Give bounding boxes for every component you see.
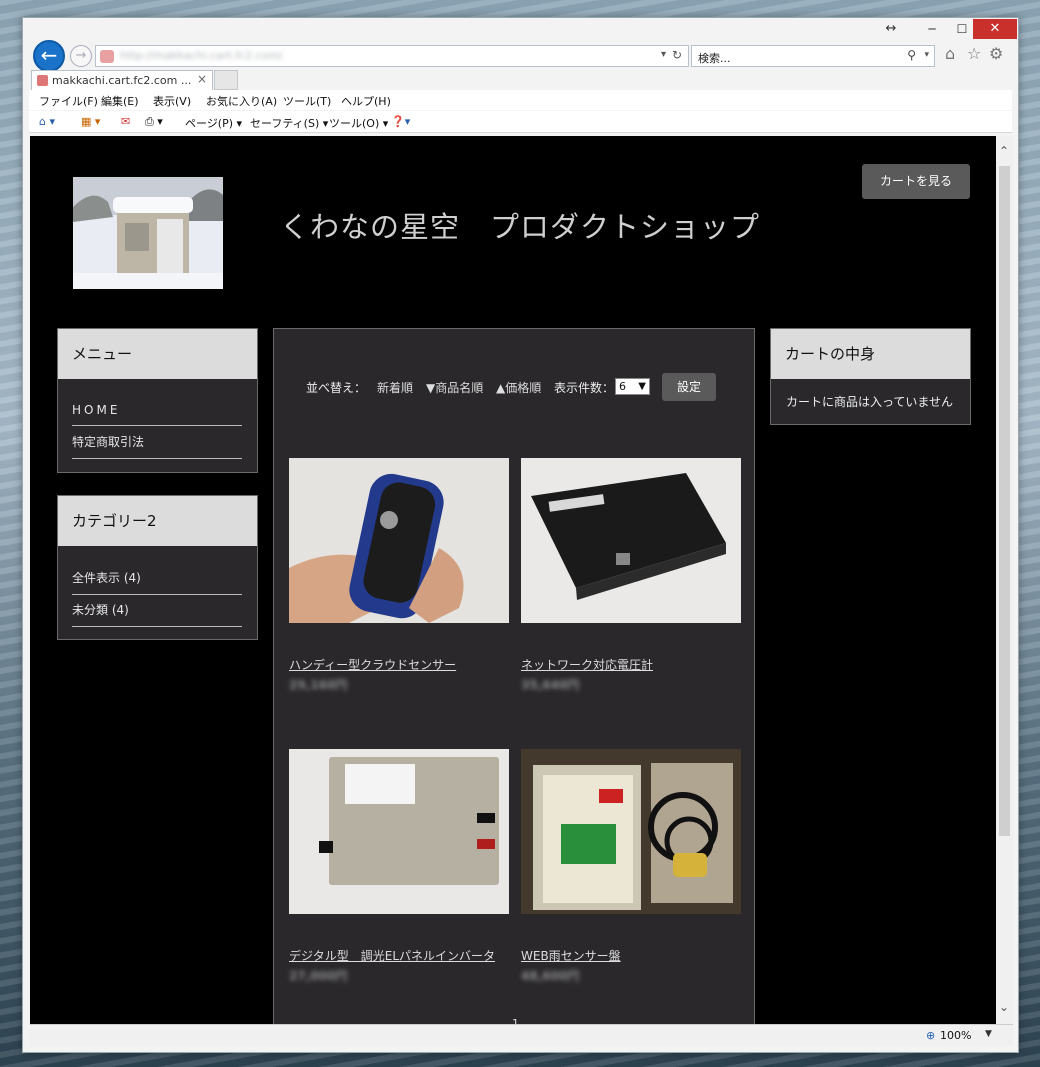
shop-title: くわなの星空 プロダクトショップ: [280, 210, 761, 244]
title-bar: ↔ ─ ☐ ✕: [23, 18, 1018, 42]
minimize-button[interactable]: ─: [919, 19, 945, 39]
vertical-scrollbar[interactable]: ⌃ ⌄: [996, 136, 1013, 1024]
product-name-link[interactable]: WEB雨センサー盤: [521, 947, 621, 964]
browser-window: ↔ ─ ☐ ✕ ← → http://makkachi.cart.fc2.com…: [22, 17, 1019, 1053]
favorites-star-icon[interactable]: ☆: [967, 44, 981, 63]
chevron-down-icon: ▼: [638, 381, 646, 392]
navigation-bar: ← → http://makkachi.cart.fc2.com/ ▾ ↻ 検索…: [23, 40, 1018, 72]
pagination-page[interactable]: 1: [512, 1017, 519, 1024]
view-cart-button[interactable]: カートを見る: [862, 164, 970, 199]
search-dropdown-icon[interactable]: ▾: [924, 50, 929, 60]
address-dropdown-icon[interactable]: ▾: [661, 49, 666, 60]
menu-link-home[interactable]: HOME: [72, 403, 242, 426]
product-image[interactable]: [289, 749, 509, 914]
tools-menu-label[interactable]: ツール(O): [329, 117, 379, 130]
product-list-panel: 並べ替え： 新着順 ▼商品名順 ▲価格順 表示件数： 6 ▼ 設定 ハンディー型…: [273, 328, 755, 1024]
product-price: 29,160円: [289, 678, 348, 692]
safety-menu-label[interactable]: セーフティ(S): [250, 117, 319, 130]
back-button[interactable]: ←: [33, 40, 65, 72]
resize-icon[interactable]: ↔: [881, 19, 901, 39]
category-panel: カテゴリー2 全件表示 (4) 未分類 (4): [57, 495, 258, 640]
product-name-link[interactable]: ハンディー型クラウドセンサー: [289, 656, 456, 673]
product-card: ハンディー型クラウドセンサー 29,160円: [289, 458, 509, 692]
menu-edit[interactable]: 編集(E): [101, 93, 139, 109]
print-icon[interactable]: ⎙ ▾: [145, 115, 163, 129]
product-card: ネットワーク対応電圧計 35,640円: [521, 458, 741, 692]
zoom-level[interactable]: 100%: [940, 1029, 971, 1042]
cart-panel: カートの中身 カートに商品は入っていません: [770, 328, 971, 425]
product-price: 48,600円: [521, 969, 580, 983]
menu-view[interactable]: 表示(V): [153, 93, 191, 109]
mail-icon[interactable]: ✉: [121, 115, 130, 128]
menu-link-commerce-law[interactable]: 特定商取引法: [72, 433, 242, 459]
tab-strip: makkachi.cart.fc2.com ... ×: [23, 70, 1018, 90]
product-image[interactable]: [289, 458, 509, 623]
sort-newest-link[interactable]: 新着順: [377, 379, 413, 396]
tab-favicon-icon: [37, 75, 48, 86]
home-cmd-icon[interactable]: ⌂ ▾: [39, 115, 55, 128]
menu-file[interactable]: ファイル(F): [39, 93, 98, 109]
menu-tools[interactable]: ツール(T): [283, 93, 331, 109]
tools-menu[interactable]: ツール(O) ▾: [329, 115, 388, 131]
category-link-all[interactable]: 全件表示 (4): [72, 569, 242, 595]
count-label: 表示件数：: [554, 381, 615, 395]
search-input[interactable]: 検索... ⚲ ▾: [691, 45, 935, 67]
cart-empty-message: カートに商品は入っていません: [786, 395, 954, 409]
shop-logo-image[interactable]: [73, 177, 223, 289]
page-viewport: カートを見る くわなの星空 プロダクトショップ メニュー HOME 特定商取引法…: [30, 136, 996, 1024]
product-name-link[interactable]: ネットワーク対応電圧計: [521, 656, 653, 673]
sort-label: 並べ替え：: [306, 381, 367, 395]
close-button[interactable]: ✕: [973, 19, 1017, 39]
product-card: デジタル型 調光ELパネルインバータ 27,000円: [289, 749, 509, 983]
product-image[interactable]: [521, 458, 741, 623]
maximize-button[interactable]: ☐: [949, 19, 975, 39]
count-select-value: 6: [619, 380, 626, 393]
page-menu-label[interactable]: ページ(P): [185, 117, 233, 130]
zoom-dropdown-icon[interactable]: ▼: [985, 1029, 992, 1039]
address-bar[interactable]: http://makkachi.cart.fc2.com/ ▾ ↻: [95, 45, 689, 67]
scroll-thumb[interactable]: [999, 166, 1010, 836]
feeds-icon[interactable]: ▦ ▾: [81, 115, 100, 128]
category-link-uncategorized[interactable]: 未分類 (4): [72, 601, 242, 627]
page-menu[interactable]: ページ(P) ▾: [185, 115, 242, 131]
sort-name-link[interactable]: ▼商品名順: [426, 379, 483, 396]
search-icon[interactable]: ⚲: [907, 48, 916, 62]
count-select[interactable]: 6 ▼: [615, 378, 650, 395]
tab-close-icon[interactable]: ×: [197, 72, 207, 86]
menu-help[interactable]: ヘルプ(H): [341, 93, 391, 109]
help-icon[interactable]: ❓▾: [391, 115, 410, 128]
zoom-icon[interactable]: ⊕: [926, 1029, 935, 1042]
product-price: 35,640円: [521, 678, 580, 692]
home-icon[interactable]: ⌂: [945, 44, 955, 63]
site-favicon-icon: [100, 50, 114, 63]
refresh-icon[interactable]: ↻: [672, 48, 682, 62]
tab-active[interactable]: makkachi.cart.fc2.com ... ×: [31, 70, 213, 90]
scroll-up-icon[interactable]: ⌃: [999, 144, 1009, 158]
product-image[interactable]: [521, 749, 741, 914]
product-price: 27,000円: [289, 969, 348, 983]
menu-bar: ファイル(F) 編集(E) 表示(V) お気に入り(A) ツール(T) ヘルプ(…: [29, 90, 1012, 110]
cart-panel-title: カートの中身: [771, 329, 970, 379]
product-card: WEB雨センサー盤 48,600円: [521, 749, 741, 983]
menu-favorites[interactable]: お気に入り(A): [206, 93, 277, 109]
scroll-down-icon[interactable]: ⌄: [999, 1000, 1009, 1014]
address-text[interactable]: http://makkachi.cart.fc2.com/: [120, 49, 283, 62]
gear-icon[interactable]: ⚙: [989, 44, 1003, 63]
forward-button[interactable]: →: [70, 45, 92, 67]
new-tab-button[interactable]: [214, 70, 238, 90]
sort-price-link[interactable]: ▲価格順: [496, 379, 541, 396]
command-bar: ⌂ ▾ ▦ ▾ ✉ ⎙ ▾ ページ(P) ▾ セーフティ(S) ▾ ツール(O)…: [29, 111, 1012, 133]
tab-title[interactable]: makkachi.cart.fc2.com ...: [52, 74, 191, 87]
safety-menu[interactable]: セーフティ(S) ▾: [250, 115, 328, 131]
menu-panel: メニュー HOME 特定商取引法: [57, 328, 258, 473]
menu-panel-title: メニュー: [58, 329, 257, 379]
apply-sort-button[interactable]: 設定: [662, 373, 716, 401]
category-panel-title: カテゴリー2: [58, 496, 257, 546]
search-placeholder: 検索...: [698, 52, 731, 65]
status-bar: ⊕ 100% ▼: [30, 1024, 1013, 1046]
product-name-link[interactable]: デジタル型 調光ELパネルインバータ: [289, 947, 495, 964]
